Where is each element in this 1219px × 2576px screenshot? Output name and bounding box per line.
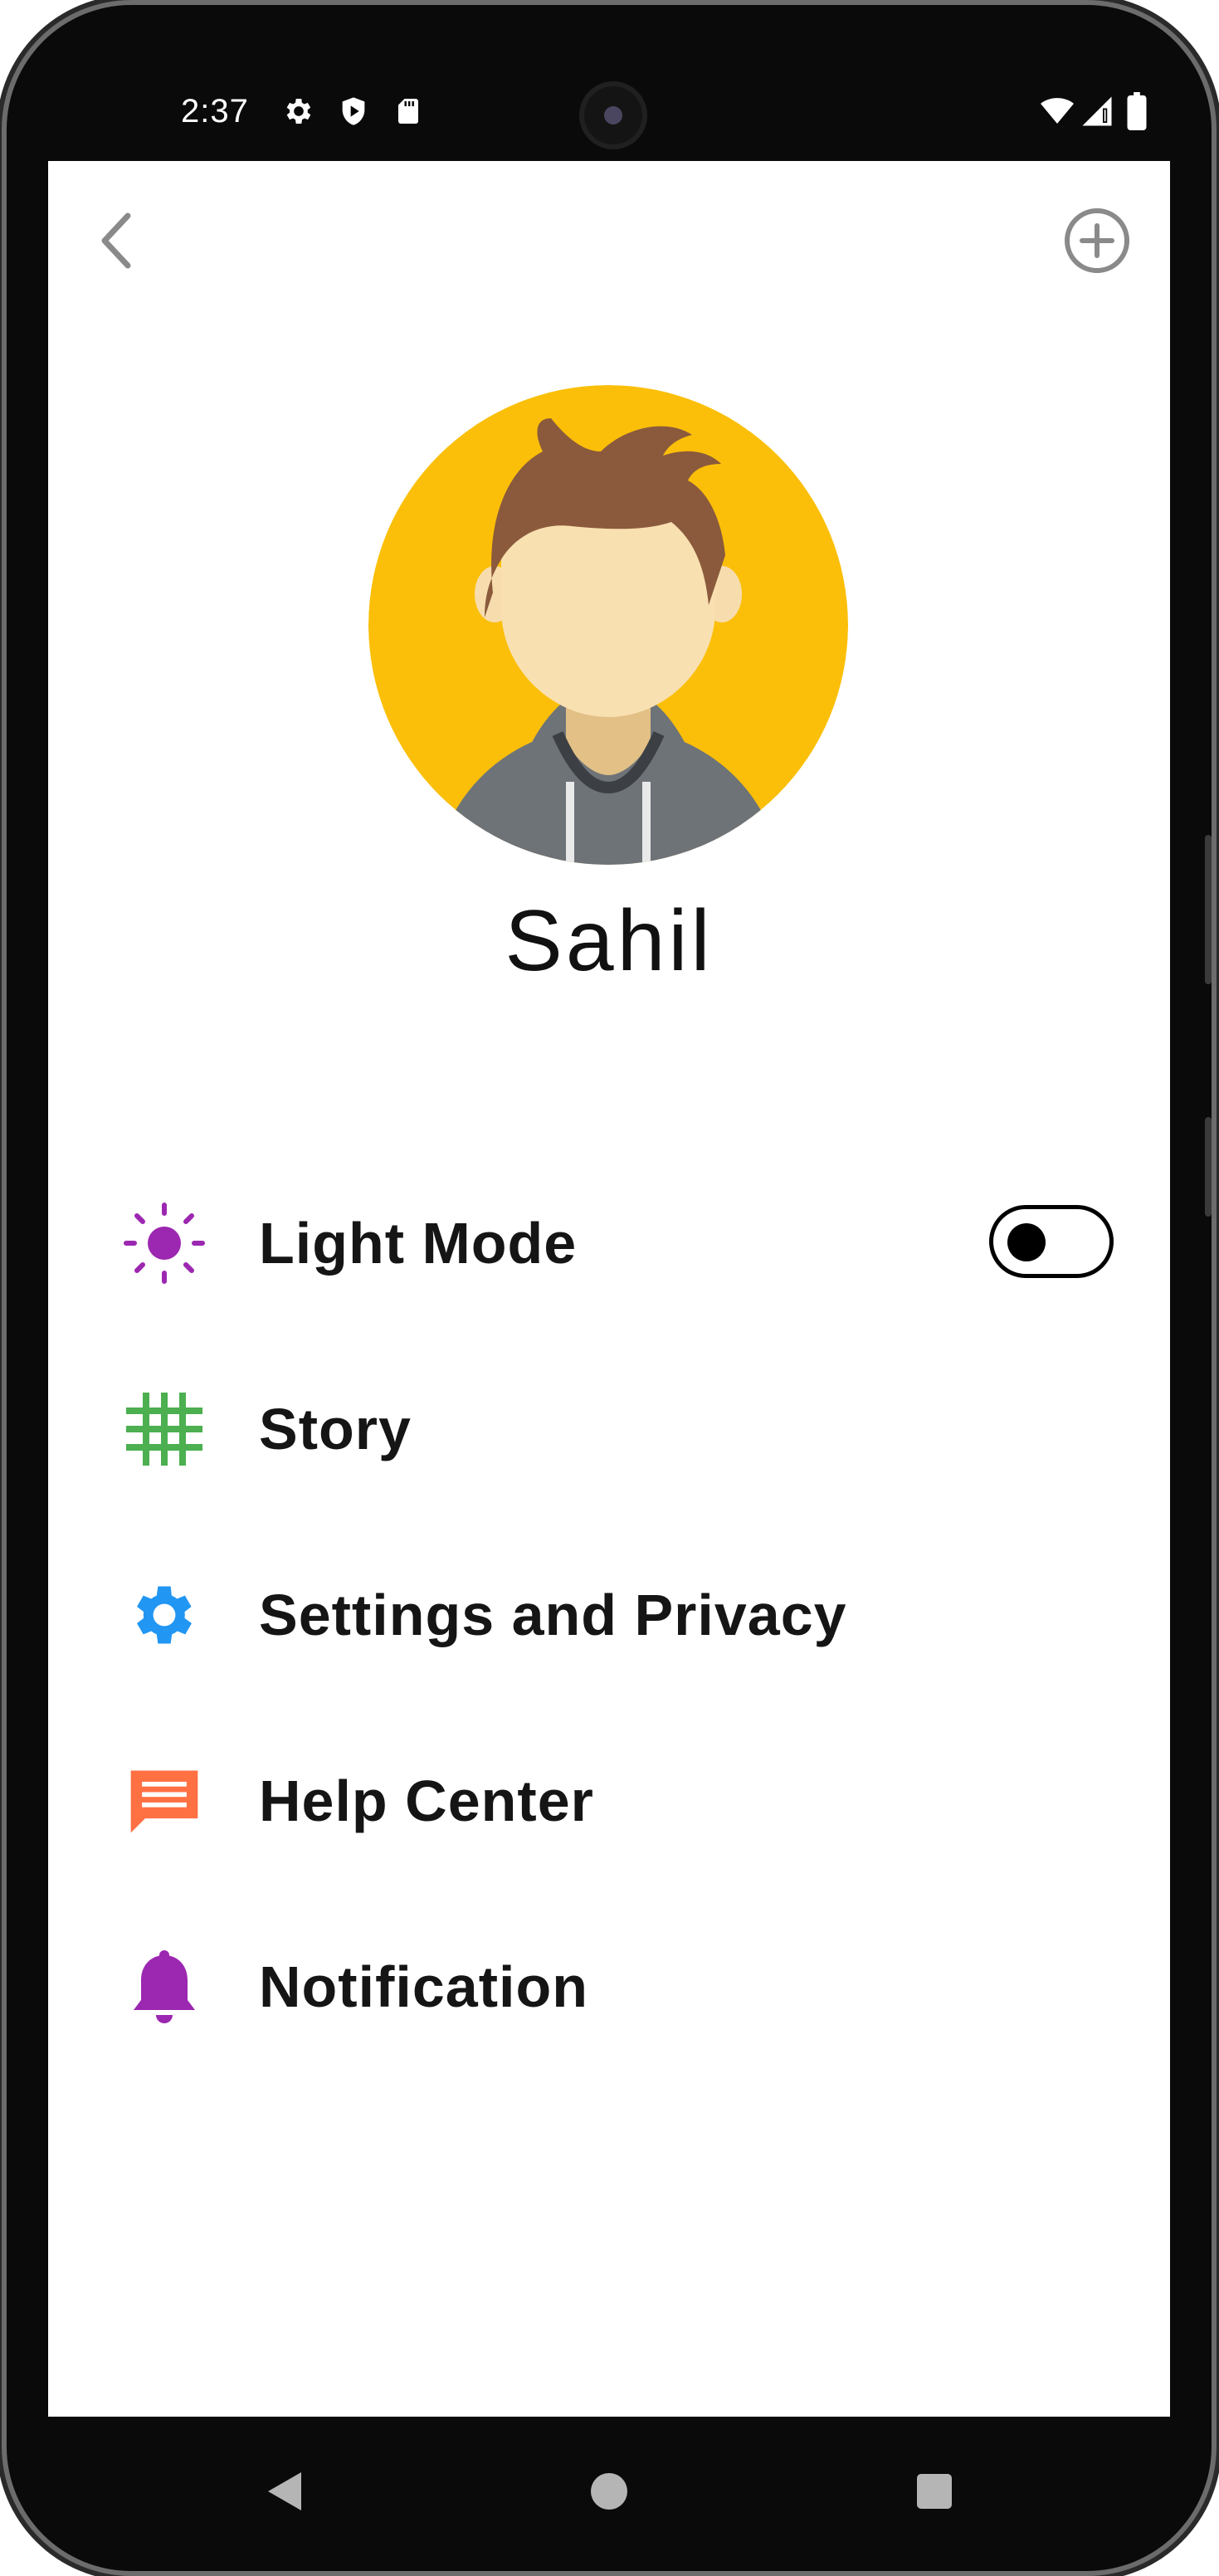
- menu-item-settings-privacy[interactable]: Settings and Privacy: [123, 1557, 1127, 1673]
- profile-name: Sahil: [505, 893, 714, 989]
- avatar: [368, 385, 848, 865]
- bell-icon: [123, 1945, 206, 2028]
- cellular-signal-icon: [1079, 91, 1115, 131]
- chat-icon: [123, 1759, 206, 1842]
- toggle-knob: [1007, 1223, 1046, 1261]
- back-button[interactable]: [83, 207, 149, 274]
- navigation-bar: [7, 2417, 1212, 2571]
- menu-item-label: Settings and Privacy: [259, 1583, 847, 1647]
- wifi-icon: [1039, 91, 1075, 131]
- light-mode-toggle[interactable]: [989, 1205, 1114, 1278]
- profile-screen: Sahil Light Mode Story Settings and Priv…: [48, 161, 1170, 2417]
- menu-item-label: Story: [259, 1397, 412, 1461]
- sd-card-icon: [390, 91, 427, 131]
- settings-icon: [280, 91, 317, 131]
- status-time: 2:37: [181, 93, 249, 129]
- chevron-left-icon: [101, 212, 131, 269]
- grid-icon: [123, 1388, 206, 1471]
- menu-item-story[interactable]: Story: [123, 1371, 1127, 1487]
- add-button[interactable]: [1061, 204, 1134, 277]
- back-triangle-icon: [268, 2472, 301, 2510]
- plus-circle-icon: [1065, 208, 1129, 273]
- power-button: [1205, 1117, 1212, 1217]
- menu-item-label: Light Mode: [259, 1211, 578, 1276]
- recents-square-icon: [917, 2474, 952, 2509]
- gear-icon: [123, 1573, 206, 1656]
- battery-icon: [1119, 91, 1155, 131]
- nav-recents-button[interactable]: [901, 2458, 968, 2525]
- home-circle-icon: [591, 2473, 627, 2510]
- menu-item-notification[interactable]: Notification: [123, 1929, 1127, 2045]
- menu-item-label: Notification: [259, 1954, 588, 2019]
- menu-item-help-center[interactable]: Help Center: [123, 1743, 1127, 1859]
- menu-item-label: Help Center: [259, 1769, 594, 1833]
- status-bar: 2:37: [7, 5, 1212, 161]
- front-camera: [579, 81, 647, 149]
- shield-play-icon: [335, 91, 372, 131]
- phone-device: 2:37 Sahil Light Mode Story Settings and…: [7, 5, 1212, 2571]
- menu-item-light-mode[interactable]: Light Mode: [123, 1185, 1127, 1301]
- sun-icon: [123, 1202, 206, 1285]
- nav-home-button[interactable]: [576, 2458, 642, 2525]
- nav-back-button[interactable]: [251, 2458, 317, 2525]
- volume-button: [1205, 835, 1212, 984]
